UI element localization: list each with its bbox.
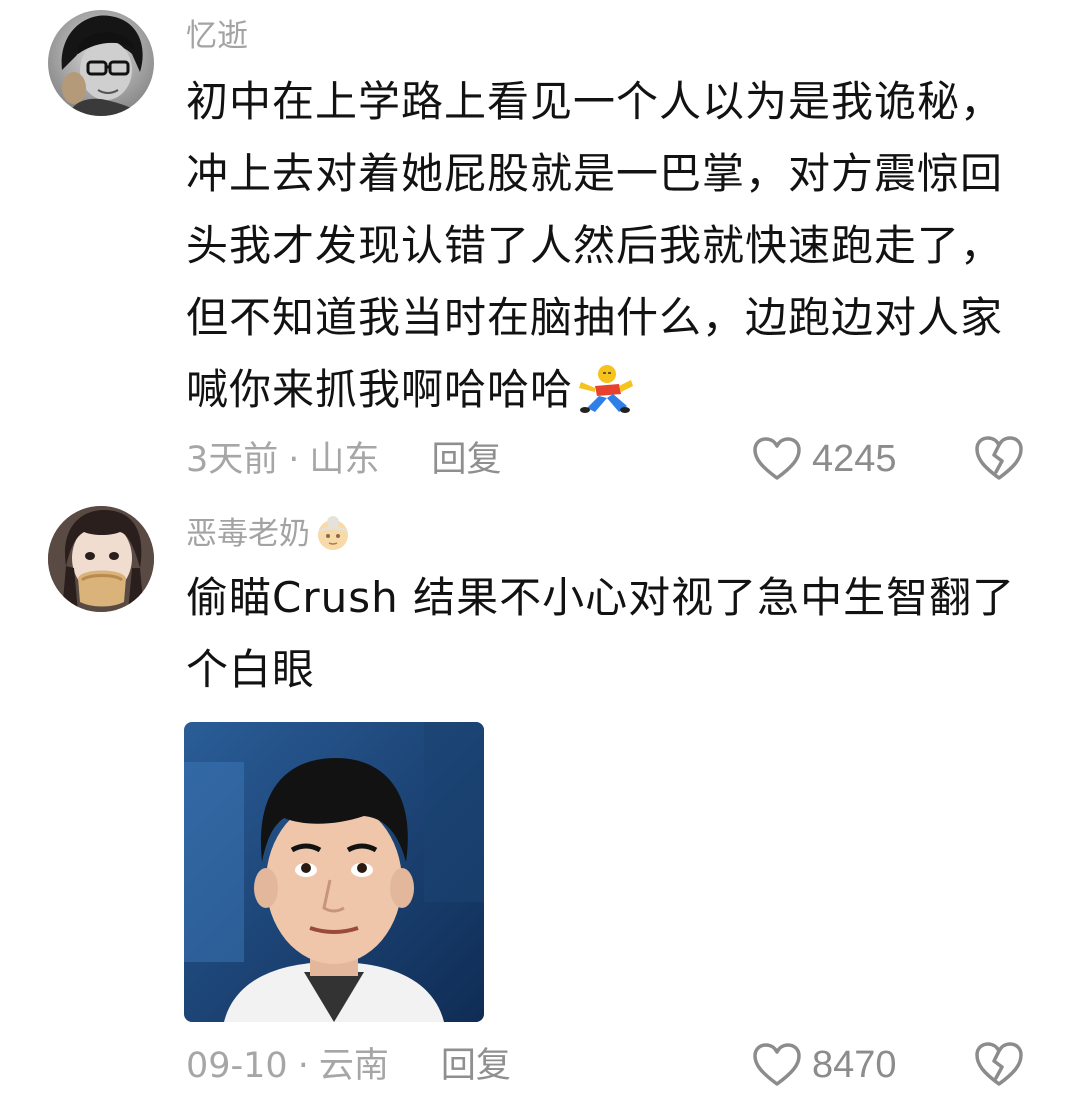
username-text: 恶毒老奶 [186,516,310,552]
like-button[interactable]: 8470 [752,1040,897,1090]
username[interactable]: 忆逝 [186,16,248,56]
heart-icon [753,1043,801,1086]
user-avatar[interactable] [48,10,154,116]
meta-separator: · [288,440,300,480]
username[interactable]: 恶毒老奶 [186,514,352,555]
comment-item: 忆逝 初中在上学路上看见一个人以为是我诡秘， 冲上去对着她屁股就是一巴掌，对方震… [0,0,1080,500]
reply-button[interactable]: 回复 [441,1046,511,1086]
comment-line: 头我才发现认错了人然后我就快速跑走了， [186,221,1004,270]
comment-line: 个白眼 [186,645,316,694]
comment-image[interactable] [184,722,484,1022]
comment-text: 偷瞄Crush 结果不小心对视了急中生智翻了 个白眼 [186,562,1036,706]
comment-text: 初中在上学路上看见一个人以为是我诡秘， 冲上去对着她屁股就是一巴掌，对方震惊回 … [186,66,1036,426]
comment-line: 但不知道我当时在脑抽什么，边跑边对人家 [186,293,1004,342]
heart-icon [753,437,801,480]
comment-line-last: 喊你来抓我啊哈哈哈 [186,354,1036,426]
meta-separator: · [297,1046,309,1086]
comment-line: 冲上去对着她屁股就是一巴掌，对方震惊回 [186,149,1004,198]
fallen-person-emoji-icon [579,365,634,413]
broken-heart-icon[interactable] [974,1040,1024,1088]
like-button[interactable]: 4245 [752,434,897,484]
comment-line: 偷瞄Crush 结果不小心对视了急中生智翻了 [186,573,1016,622]
comment-time: 09-10 [186,1046,288,1086]
avatar-man-with-glasses-icon [48,10,154,116]
man-eye-roll-photo-icon [184,722,484,1022]
reply-button[interactable]: 回复 [431,440,501,480]
broken-heart-icon[interactable] [974,434,1024,482]
like-count: 8470 [812,1043,897,1086]
comment-location: 山东 [309,440,380,480]
comment-line: 初中在上学路上看见一个人以为是我诡秘， [186,77,1004,126]
avatar-girl-eating-bread-icon [48,506,154,612]
comment-item: 恶毒老奶 偷瞄Crush 结果不小心对视了急中生智翻了 个白眼 09-10 · … [0,500,1080,1109]
user-avatar[interactable] [48,506,154,612]
grandma-emoji-icon [318,515,348,550]
comment-line-text: 喊你来抓我啊哈哈哈 [186,365,574,414]
like-count: 4245 [812,437,897,480]
comment-meta: 3天前 · 山东 回复 [186,438,501,482]
comment-meta: 09-10 · 云南 回复 [186,1044,511,1088]
comment-time: 3天前 [186,440,279,480]
comment-location: 云南 [318,1046,389,1086]
